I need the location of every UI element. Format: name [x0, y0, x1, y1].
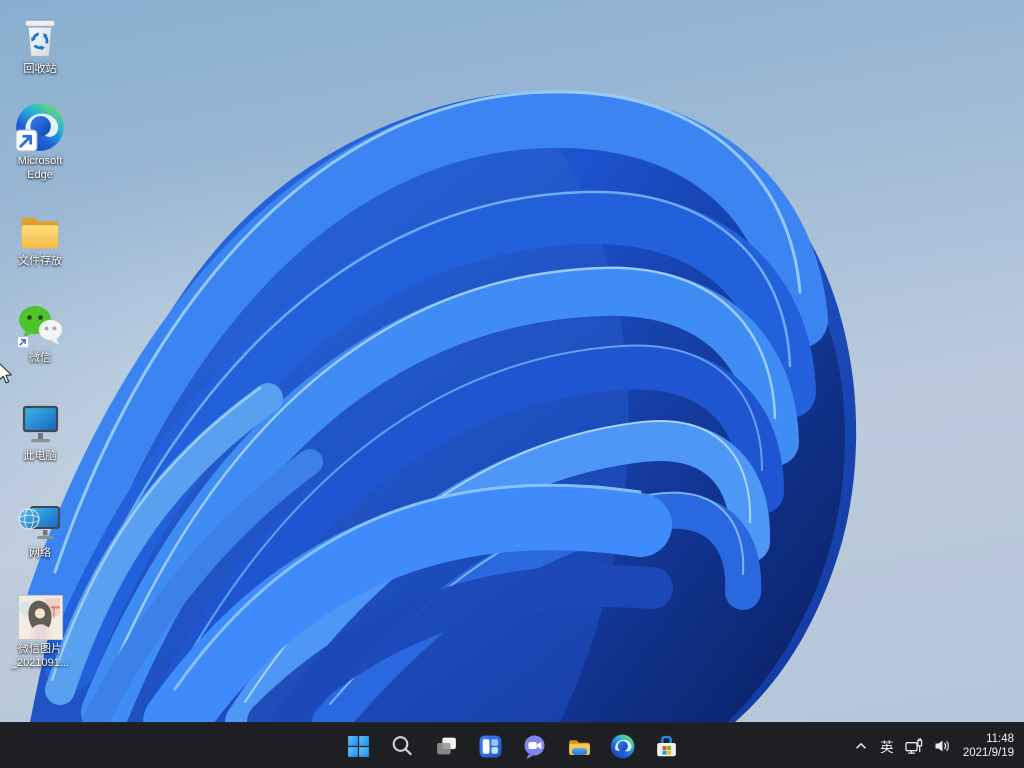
- tray-clock-button[interactable]: 11:48 2021/9/19: [957, 726, 1022, 766]
- screen: 回收站 Microsoft Edge 文件存: [0, 0, 1024, 768]
- chevron-up-icon: [853, 738, 869, 754]
- taskbar-task-view-button[interactable]: [426, 726, 466, 766]
- desktop-icon-wechat-image[interactable]: 微信图片_2021091...: [3, 588, 77, 670]
- desktop-icon-label: 文件存放: [18, 255, 62, 269]
- desktop-icon-network[interactable]: 网络: [3, 492, 77, 561]
- folder-icon: [566, 734, 591, 759]
- desktop-icon-label: 网络: [29, 547, 51, 561]
- windows-logo-icon: [346, 734, 371, 759]
- tray-show-hidden-icons-button[interactable]: [848, 726, 874, 766]
- recycle-bin-icon: [17, 8, 63, 60]
- desktop-icon-wechat[interactable]: 微信: [3, 297, 77, 366]
- ethernet-display-icon: [905, 738, 924, 755]
- taskbar-search-button[interactable]: [382, 726, 422, 766]
- taskbar-file-explorer-button[interactable]: [558, 726, 598, 766]
- desktop-icon-label: 回收站: [24, 63, 57, 77]
- taskbar-edge-button[interactable]: [602, 726, 642, 766]
- taskbar: 英 11: [0, 722, 1024, 768]
- folder-icon: [17, 200, 63, 252]
- desktop-icon-label: 微信: [29, 352, 51, 366]
- taskbar-system-tray: 英 11: [848, 723, 1022, 768]
- tray-time: 11:48: [986, 732, 1014, 746]
- taskbar-start-button[interactable]: [338, 726, 378, 766]
- edge-icon: [15, 100, 65, 152]
- desktop-icon-label: Microsoft Edge: [4, 155, 76, 182]
- edge-swirl-icon: [610, 734, 635, 759]
- taskbar-widgets-button[interactable]: [470, 726, 510, 766]
- video-chat-bubble-icon: [522, 734, 547, 759]
- tray-date: 2021/9/19: [963, 746, 1014, 760]
- wechat-icon: [15, 297, 65, 349]
- desktop-surface[interactable]: 回收站 Microsoft Edge 文件存: [0, 0, 1024, 722]
- desktop-icon-label: 此电脑: [24, 450, 57, 464]
- image-thumbnail-icon: [18, 588, 63, 640]
- tray-ime-button[interactable]: 英: [874, 726, 900, 766]
- desktop-icon-folder-wenjiancunfang[interactable]: 文件存放: [3, 200, 77, 269]
- magnifier-icon: [390, 734, 414, 758]
- taskbar-chat-button[interactable]: [514, 726, 554, 766]
- ime-language-label: 英: [880, 736, 894, 756]
- tray-network-button[interactable]: [900, 726, 929, 766]
- taskbar-center-buttons: [338, 723, 686, 768]
- tray-volume-button[interactable]: [929, 726, 957, 766]
- widgets-panel-icon: [478, 734, 503, 759]
- speaker-icon: [934, 738, 952, 754]
- network-icon: [16, 492, 64, 544]
- desktop-icon-recycle-bin[interactable]: 回收站: [3, 8, 77, 77]
- desktop-icon-microsoft-edge[interactable]: Microsoft Edge: [3, 100, 77, 182]
- taskbar-store-button[interactable]: [646, 726, 686, 766]
- mouse-cursor: [0, 362, 14, 385]
- desktop-icon-this-pc[interactable]: 此电脑: [3, 395, 77, 464]
- desktop-icon-label: 微信图片_2021091...: [4, 643, 76, 670]
- this-pc-icon: [16, 395, 64, 447]
- shopping-bag-icon: [654, 734, 679, 759]
- overlapping-windows-icon: [434, 734, 459, 759]
- wallpaper-bloom-graphic: [0, 0, 1024, 722]
